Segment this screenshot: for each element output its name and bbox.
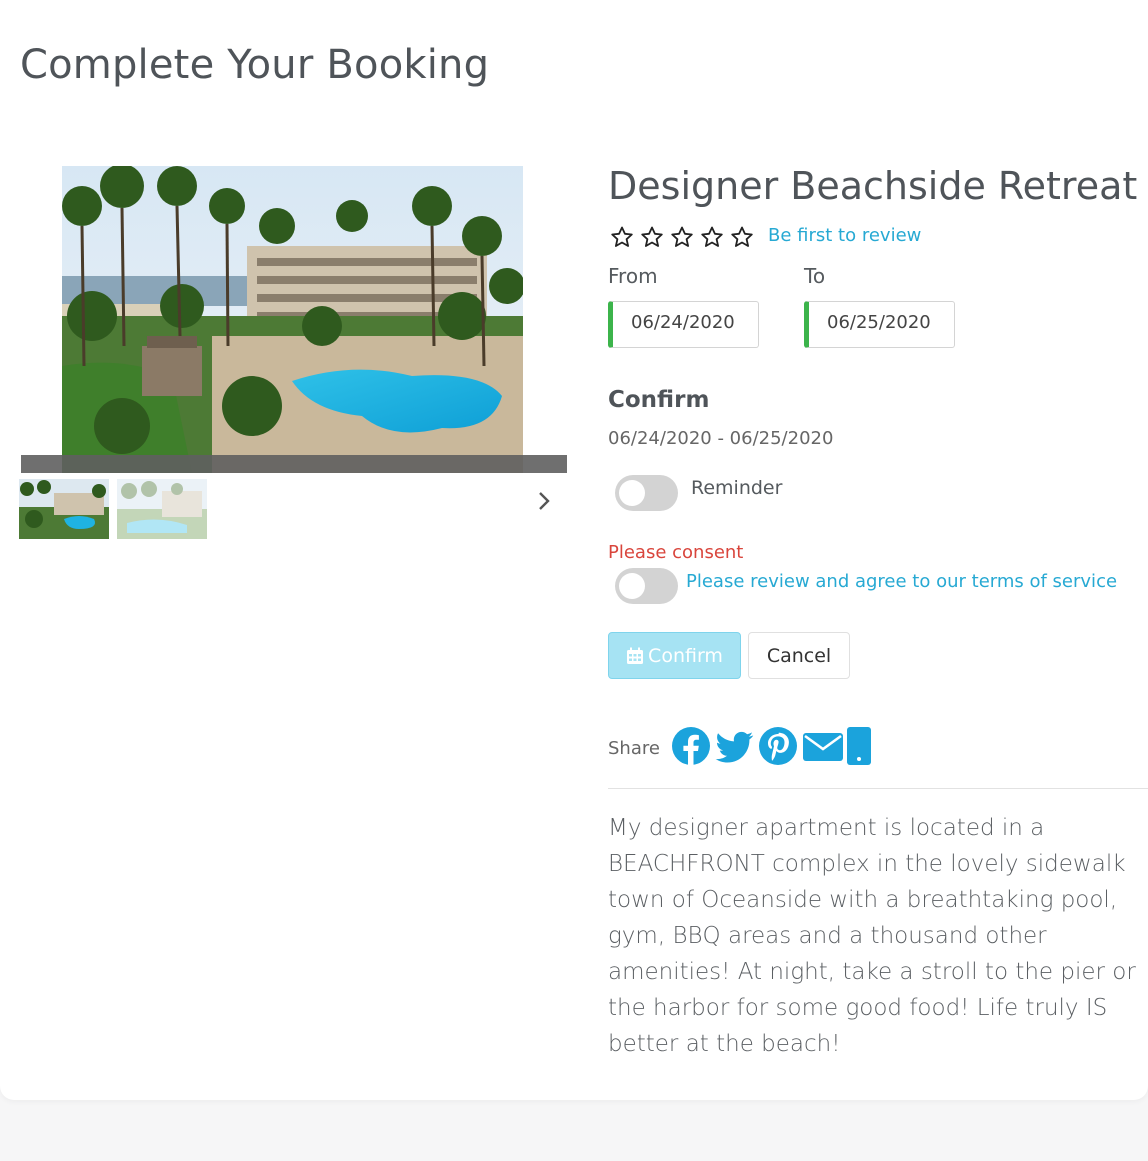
consent-error: Please consent — [608, 542, 744, 563]
star-outline-icon — [611, 226, 633, 247]
facebook-icon[interactable] — [671, 725, 711, 767]
confirm-heading: Confirm — [608, 387, 710, 413]
gallery-thumbnail[interactable] — [117, 479, 207, 539]
toggle-knob — [619, 573, 645, 599]
property-description: My designer apartment is located in a BE… — [608, 815, 1136, 1057]
confirm-button-label: Confirm — [648, 644, 723, 667]
property-title: Designer Beachside Retreat — [608, 164, 1138, 208]
mobile-icon[interactable] — [846, 725, 886, 767]
rating-stars — [610, 225, 754, 249]
review-link[interactable]: Be first to review — [768, 225, 921, 246]
reminder-label: Reminder — [691, 477, 783, 499]
to-label: To — [804, 264, 826, 288]
calendar-icon — [627, 647, 644, 664]
share-label: Share — [608, 738, 660, 759]
from-label: From — [608, 264, 658, 288]
to-date-field[interactable]: 06/25/2020 — [804, 301, 955, 348]
email-icon[interactable] — [802, 725, 843, 767]
photo-caption-bar — [21, 455, 567, 473]
reminder-toggle[interactable] — [615, 475, 678, 511]
booking-card: Complete Your Booking Designer Beachside… — [0, 0, 1148, 1100]
toggle-knob — [619, 480, 645, 506]
cancel-button[interactable]: Cancel — [748, 632, 850, 679]
star-outline-icon — [701, 226, 723, 247]
star-outline-icon — [641, 226, 663, 247]
terms-toggle[interactable] — [615, 568, 678, 604]
chevron-right-icon[interactable] — [533, 487, 557, 515]
page-title: Complete Your Booking — [20, 42, 490, 88]
confirm-button[interactable]: Confirm — [608, 632, 741, 679]
pinterest-icon[interactable] — [758, 725, 798, 767]
main-photo[interactable] — [62, 166, 523, 473]
divider — [608, 788, 1148, 789]
twitter-icon[interactable] — [714, 725, 754, 767]
gallery-thumbnail[interactable] — [19, 479, 109, 539]
date-range-summary: 06/24/2020 - 06/25/2020 — [608, 428, 834, 449]
from-date-field[interactable]: 06/24/2020 — [608, 301, 759, 348]
terms-link[interactable]: Please review and agree to our terms of … — [686, 571, 1117, 592]
star-outline-icon — [731, 226, 753, 247]
star-outline-icon — [671, 226, 693, 247]
